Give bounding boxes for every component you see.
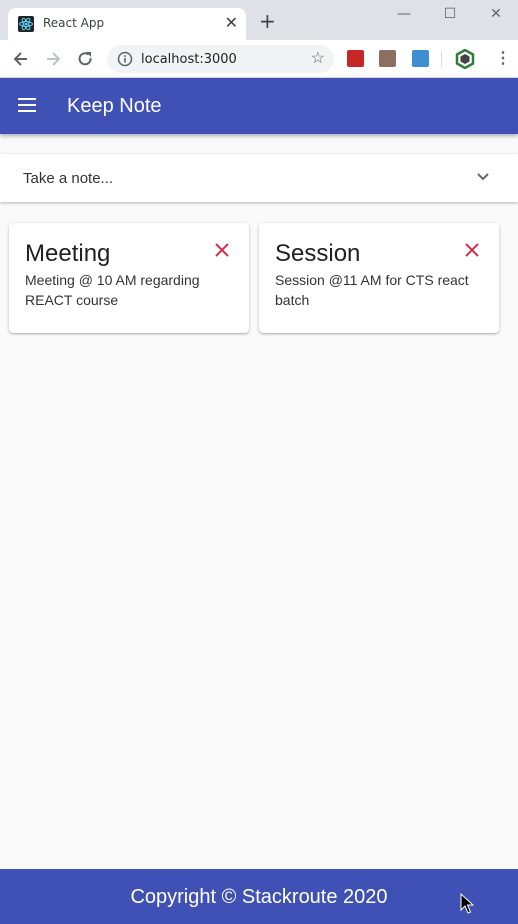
note-title: Session <box>275 240 361 267</box>
tab-close-icon[interactable]: ✕ <box>225 14 238 32</box>
browser-tabstrip: React App ✕ + — ☐ ✕ <box>0 0 518 40</box>
app-bar: Keep Note <box>0 78 518 134</box>
browser-menu-icon[interactable]: ⋮ <box>495 49 511 69</box>
react-logo-icon <box>18 16 34 32</box>
delete-note-icon[interactable] <box>214 242 230 258</box>
take-note-field[interactable]: Take a note... <box>0 154 518 202</box>
app-title: Keep Note <box>67 95 162 117</box>
hamburger-menu-icon[interactable] <box>18 98 36 112</box>
extension-hex-icon[interactable] <box>455 49 475 69</box>
browser-tab[interactable]: React App ✕ <box>8 8 246 40</box>
note-body: Meeting @ 10 AM regarding REACT course <box>25 272 200 308</box>
extension-icon-3[interactable] <box>412 50 429 67</box>
browser-toolbar: localhost:3000 ☆ ⋮ <box>0 40 518 78</box>
footer-copyright: Copyright © Stackroute 2020 <box>130 886 388 908</box>
url-text: localhost:3000 <box>141 52 237 67</box>
take-note-placeholder: Take a note... <box>23 170 114 187</box>
note-body: Session @11 AM for CTS react batch <box>275 272 469 308</box>
toolbar-divider <box>441 51 442 67</box>
note-card[interactable]: Session Session @11 AM for CTS react bat… <box>259 223 499 333</box>
note-title: Meeting <box>25 240 111 267</box>
extension-icon-1[interactable] <box>347 50 364 67</box>
forward-arrow-icon[interactable] <box>43 49 63 69</box>
note-card[interactable]: Meeting Meeting @ 10 AM regarding REACT … <box>9 223 249 333</box>
bookmark-star-icon[interactable]: ☆ <box>311 50 325 68</box>
extension-pdf-icon[interactable] <box>379 50 396 67</box>
minimize-icon[interactable]: — <box>394 6 414 22</box>
maximize-icon[interactable]: ☐ <box>440 6 460 22</box>
address-bar[interactable]: localhost:3000 ☆ <box>107 45 334 73</box>
delete-note-icon[interactable] <box>464 242 480 258</box>
tab-title: React App <box>43 16 105 30</box>
window-close-icon[interactable]: ✕ <box>486 6 506 22</box>
new-tab-button[interactable]: + <box>259 11 276 31</box>
back-arrow-icon[interactable] <box>11 49 31 69</box>
info-icon[interactable] <box>117 51 133 67</box>
chevron-down-icon[interactable] <box>476 172 490 182</box>
reload-icon[interactable] <box>75 49 95 69</box>
mouse-cursor-icon <box>460 893 474 914</box>
footer: Copyright © Stackroute 2020 <box>0 869 518 924</box>
